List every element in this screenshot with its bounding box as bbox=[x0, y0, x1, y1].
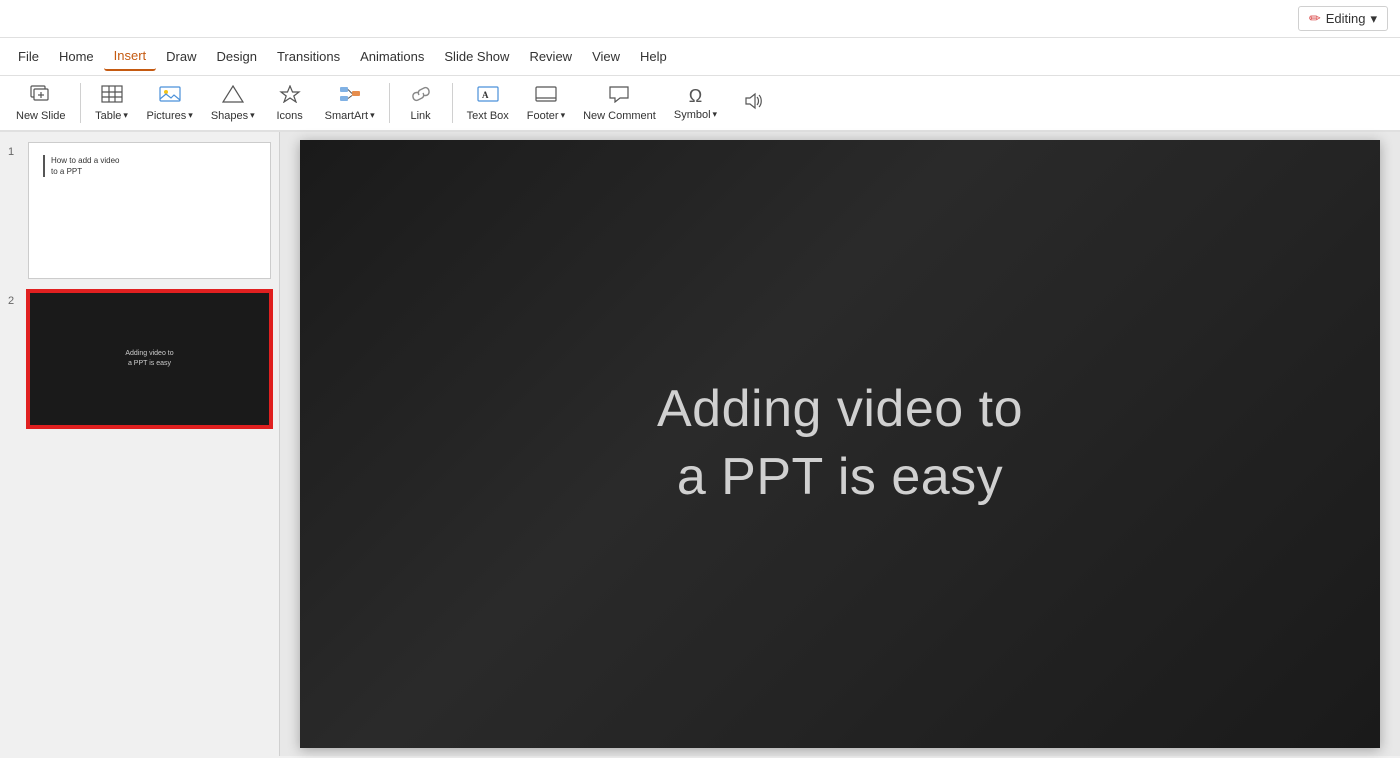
slide-1-thumbnail[interactable]: How to add a video to a PPT bbox=[28, 142, 271, 279]
slide-1-container: 1 How to add a video to a PPT bbox=[8, 142, 271, 279]
smartart-button[interactable]: SmartArt ▾ bbox=[317, 79, 383, 127]
slide-2-thumbnail[interactable]: Adding video to a PPT is easy bbox=[28, 291, 271, 428]
shapes-label: Shapes bbox=[211, 110, 248, 122]
ribbon: New Slide Table ▾ Pictures bbox=[0, 76, 1400, 132]
new-slide-label: New Slide bbox=[16, 110, 66, 122]
symbol-label: Symbol bbox=[674, 109, 711, 121]
menu-animations[interactable]: Animations bbox=[350, 43, 434, 70]
new-comment-label: New Comment bbox=[583, 110, 656, 122]
footer-arrow: ▾ bbox=[561, 110, 566, 121]
main-area: 1 How to add a video to a PPT 2 Adding v… bbox=[0, 132, 1400, 756]
slide-panel[interactable]: 1 How to add a video to a PPT 2 Adding v… bbox=[0, 132, 280, 756]
menu-draw[interactable]: Draw bbox=[156, 43, 206, 70]
text-box-icon: A bbox=[477, 85, 499, 108]
shapes-icon bbox=[222, 85, 244, 108]
new-comment-icon bbox=[608, 85, 630, 108]
pencil-icon: ✏ bbox=[1309, 10, 1321, 27]
link-label: Link bbox=[411, 110, 431, 122]
pictures-icon bbox=[159, 85, 181, 108]
slide-canvas-text: Adding video to a PPT is easy bbox=[657, 376, 1023, 511]
new-slide-button[interactable]: New Slide bbox=[8, 79, 74, 127]
slide-1-title-line2: to a PPT bbox=[51, 166, 120, 177]
symbol-arrow: ▾ bbox=[713, 109, 718, 120]
table-arrow: ▾ bbox=[123, 110, 128, 121]
slide-1-number: 1 bbox=[8, 142, 22, 158]
smartart-icon bbox=[339, 85, 361, 108]
pictures-arrow: ▾ bbox=[188, 110, 193, 121]
canvas-area: Adding video to a PPT is easy bbox=[280, 132, 1400, 756]
slide-2-number: 2 bbox=[8, 291, 22, 307]
chevron-down-icon: ▾ bbox=[1370, 11, 1377, 27]
pictures-label: Pictures bbox=[147, 110, 187, 122]
icons-label: Icons bbox=[277, 110, 303, 122]
footer-label: Footer bbox=[527, 110, 559, 122]
text-box-label: Text Box bbox=[467, 110, 509, 122]
editing-button[interactable]: ✏ Editing ▾ bbox=[1298, 6, 1388, 31]
icons-button[interactable]: Icons bbox=[265, 79, 315, 127]
slide-canvas[interactable]: Adding video to a PPT is easy bbox=[300, 140, 1380, 748]
shapes-arrow: ▾ bbox=[250, 110, 255, 121]
new-slide-icon bbox=[30, 85, 52, 108]
ribbon-sep-3 bbox=[452, 83, 453, 123]
link-button[interactable]: Link bbox=[396, 79, 446, 127]
ribbon-sep-1 bbox=[80, 83, 81, 123]
slide-1-content: How to add a video to a PPT bbox=[43, 155, 120, 177]
shapes-button[interactable]: Shapes ▾ bbox=[203, 79, 263, 127]
new-comment-button[interactable]: New Comment bbox=[575, 79, 664, 127]
slide-2-line1: Adding video to bbox=[125, 349, 173, 360]
symbol-icon: Ω bbox=[689, 86, 702, 107]
footer-button[interactable]: Footer ▾ bbox=[519, 79, 573, 127]
menu-insert[interactable]: Insert bbox=[104, 42, 157, 71]
audio-icon bbox=[741, 92, 763, 115]
smartart-arrow: ▾ bbox=[370, 110, 375, 121]
menu-view[interactable]: View bbox=[582, 43, 630, 70]
table-icon bbox=[101, 85, 123, 108]
symbol-button[interactable]: Ω Symbol ▾ bbox=[666, 79, 725, 127]
ribbon-sep-2 bbox=[389, 83, 390, 123]
smartart-label: SmartArt bbox=[325, 110, 368, 122]
svg-text:A: A bbox=[482, 90, 489, 100]
text-box-button[interactable]: A Text Box bbox=[459, 79, 517, 127]
icons-icon bbox=[279, 85, 301, 108]
editing-label: Editing bbox=[1326, 11, 1366, 26]
menu-file[interactable]: File bbox=[8, 43, 49, 70]
footer-icon bbox=[535, 85, 557, 108]
slide-2-content: Adding video to a PPT is easy bbox=[125, 349, 173, 370]
pictures-button[interactable]: Pictures ▾ bbox=[139, 79, 201, 127]
menu-review[interactable]: Review bbox=[519, 43, 582, 70]
table-label: Table bbox=[95, 110, 121, 122]
audio-button[interactable] bbox=[727, 79, 777, 127]
slide-1-title-line1: How to add a video bbox=[51, 155, 120, 166]
slide-2-line2: a PPT is easy bbox=[125, 359, 173, 370]
slide-2-container: 2 Adding video to a PPT is easy bbox=[8, 291, 271, 428]
menu-home[interactable]: Home bbox=[49, 43, 104, 70]
menu-design[interactable]: Design bbox=[207, 43, 267, 70]
menu-help[interactable]: Help bbox=[630, 43, 677, 70]
menu-bar: File Home Insert Draw Design Transitions… bbox=[0, 38, 1400, 76]
canvas-text-line1: Adding video to bbox=[657, 376, 1023, 444]
table-button[interactable]: Table ▾ bbox=[87, 79, 137, 127]
link-icon bbox=[410, 85, 432, 108]
menu-slide-show[interactable]: Slide Show bbox=[434, 43, 519, 70]
canvas-text-line2: a PPT is easy bbox=[657, 444, 1023, 512]
title-bar: ✏ Editing ▾ bbox=[0, 0, 1400, 38]
menu-transitions[interactable]: Transitions bbox=[267, 43, 350, 70]
